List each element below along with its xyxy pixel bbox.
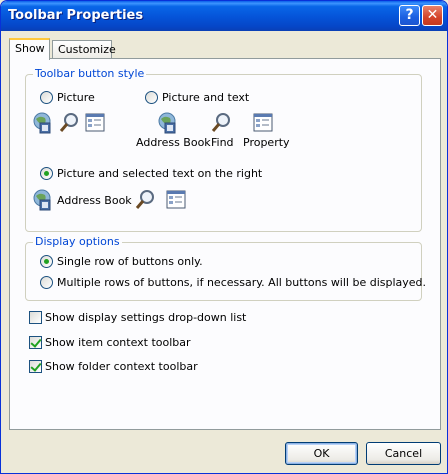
picture-radio[interactable] — [40, 91, 53, 104]
display-options-group: Display options Single row of buttons on… — [25, 235, 426, 301]
address-book-icon — [33, 112, 51, 134]
address-book-icon — [158, 112, 176, 134]
preview-address-book-label: Address Book — [136, 136, 211, 149]
display-options-group-title: Display options — [33, 235, 122, 248]
button-style-group-title: Toolbar button style — [33, 67, 147, 80]
close-button[interactable]: ✕ — [422, 5, 443, 26]
show-display-settings-checkbox[interactable] — [29, 311, 42, 324]
picture-radio-label[interactable]: Picture — [57, 91, 95, 104]
find-magnifier-icon — [59, 113, 78, 132]
toolbar-properties-dialog: Toolbar Properties ? ✕ Show Customize To… — [0, 0, 448, 474]
title-bar[interactable]: Toolbar Properties ? ✕ — [1, 1, 447, 31]
show-item-context-toolbar-label[interactable]: Show item context toolbar — [45, 336, 191, 349]
address-book-icon — [33, 189, 51, 211]
show-folder-context-toolbar-checkbox[interactable] — [29, 360, 42, 373]
multiple-rows-label[interactable]: Multiple rows of buttons, if necessary. … — [57, 276, 426, 289]
right-preview-address-book-label: Address Book — [57, 194, 132, 207]
single-row-radio[interactable] — [40, 255, 53, 268]
property-sheet-icon — [166, 190, 186, 209]
cancel-button[interactable]: Cancel — [366, 442, 441, 465]
picture-and-text-radio-label[interactable]: Picture and text — [162, 91, 249, 104]
picture-selected-text-right-label[interactable]: Picture and selected text on the right — [57, 167, 262, 180]
show-item-context-toolbar-checkbox[interactable] — [29, 336, 42, 349]
button-style-group: Toolbar button style Picture Picture and… — [25, 67, 422, 232]
show-folder-context-toolbar-label[interactable]: Show folder context toolbar — [45, 360, 198, 373]
ok-button[interactable]: OK — [285, 442, 358, 465]
tab-show[interactable]: Show — [9, 38, 50, 60]
help-button[interactable]: ? — [399, 5, 420, 26]
preview-property-label: Property — [243, 136, 290, 149]
window-title: Toolbar Properties — [8, 8, 144, 23]
find-magnifier-icon — [135, 190, 154, 209]
tab-customize[interactable]: Customize — [52, 40, 116, 59]
picture-and-text-radio[interactable] — [145, 91, 158, 104]
picture-selected-text-right-radio[interactable] — [40, 167, 53, 180]
show-display-settings-label[interactable]: Show display settings drop-down list — [45, 311, 246, 324]
property-sheet-icon — [253, 113, 273, 132]
multiple-rows-radio[interactable] — [40, 276, 53, 289]
single-row-label[interactable]: Single row of buttons only. — [57, 255, 203, 268]
tab-panel-show: Toolbar button style Picture Picture and… — [9, 58, 441, 430]
property-sheet-icon — [85, 113, 105, 132]
preview-find-label: Find — [211, 136, 234, 149]
find-magnifier-icon — [211, 113, 230, 132]
